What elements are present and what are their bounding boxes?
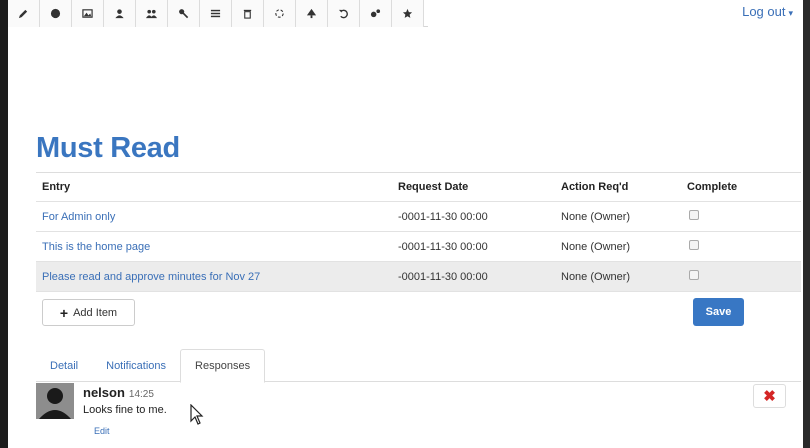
user-icon xyxy=(115,9,124,19)
tab-detail[interactable]: Detail xyxy=(36,349,92,382)
table-header-row: Entry Request Date Action Req'd Complete xyxy=(36,173,801,202)
toolbar-settings-button[interactable] xyxy=(360,0,392,27)
toolbar-image-button[interactable] xyxy=(72,0,104,27)
toolbar-user-button[interactable] xyxy=(104,0,136,27)
add-item-button[interactable]: + Add Item xyxy=(42,299,135,326)
close-icon: ✖ xyxy=(763,388,776,405)
entry-link[interactable]: For Admin only xyxy=(42,211,115,223)
avatar xyxy=(36,383,74,419)
response-time: 14:25 xyxy=(128,389,154,400)
pencil-icon xyxy=(18,9,28,19)
star-icon xyxy=(402,8,413,18)
entry-link[interactable]: Please read and approve minutes for Nov … xyxy=(42,271,260,283)
toolbar-users-button[interactable] xyxy=(136,0,168,27)
action-required: None (Owner) xyxy=(561,210,631,223)
toolbar-refresh-button[interactable] xyxy=(264,0,296,27)
undo-icon xyxy=(338,9,348,19)
toolbar-edit-button[interactable] xyxy=(8,0,40,27)
page: Log out ▾ Must Read Entry Request Date Ac… xyxy=(8,0,803,448)
page-title: Must Read xyxy=(36,132,180,164)
must-read-table: Entry Request Date Action Req'd Complete… xyxy=(36,172,801,292)
complete-checkbox[interactable] xyxy=(689,270,699,280)
tab-notifications[interactable]: Notifications xyxy=(92,349,180,382)
column-header-complete: Complete xyxy=(687,181,738,193)
action-required: None (Owner) xyxy=(561,240,631,253)
users-icon xyxy=(146,9,157,19)
toolbar-trash-button[interactable] xyxy=(232,0,264,27)
tree-icon xyxy=(306,8,317,19)
logout-menu[interactable]: Log out ▾ xyxy=(742,4,793,19)
chevron-down-icon: ▾ xyxy=(788,8,793,18)
cogs-icon xyxy=(370,9,381,18)
table-row: Please read and approve minutes for Nov … xyxy=(36,262,801,292)
request-date: -0001-11-30 00:00 xyxy=(398,210,488,223)
toolbar-undo-button[interactable] xyxy=(328,0,360,27)
logout-label: Log out xyxy=(742,4,786,19)
trash-icon xyxy=(243,9,252,19)
toolbar-key-button[interactable] xyxy=(168,0,200,27)
complete-checkbox[interactable] xyxy=(689,240,699,250)
mouse-cursor-icon xyxy=(190,404,204,425)
edit-response-link[interactable]: Edit xyxy=(94,426,110,436)
tab-bar: Detail Notifications Responses xyxy=(36,349,801,383)
complete-checkbox[interactable] xyxy=(689,210,699,220)
plus-icon: + xyxy=(59,304,69,321)
request-date: -0001-11-30 00:00 xyxy=(398,270,488,283)
table-row: For Admin only -0001-11-30 00:00 None (O… xyxy=(36,202,801,232)
table-row: This is the home page -0001-11-30 00:00 … xyxy=(36,232,801,262)
save-button[interactable]: Save xyxy=(693,298,744,326)
toolbar-star-button[interactable] xyxy=(392,0,424,27)
list-icon xyxy=(210,9,221,18)
toolbar-list-button[interactable] xyxy=(200,0,232,27)
spinner-icon xyxy=(275,9,284,18)
toolbar-tree-button[interactable] xyxy=(296,0,328,27)
key-icon xyxy=(179,9,189,19)
add-item-label: Add Item xyxy=(73,306,118,319)
column-header-request-date: Request Date xyxy=(398,181,469,193)
response-username: nelson xyxy=(83,385,125,400)
tab-responses[interactable]: Responses xyxy=(180,349,266,383)
toolbar xyxy=(8,0,428,27)
delete-response-button[interactable]: ✖ xyxy=(753,384,786,408)
entry-link[interactable]: This is the home page xyxy=(42,241,150,253)
window-edge xyxy=(803,0,810,448)
response-message: Looks fine to me. xyxy=(83,404,167,416)
column-header-action: Action Req'd xyxy=(561,181,629,193)
response-author: nelson 14:25 xyxy=(83,385,154,400)
action-required: None (Owner) xyxy=(561,270,631,283)
user-silhouette-icon xyxy=(36,383,74,419)
image-icon xyxy=(82,9,93,18)
dot-circle-icon xyxy=(50,8,61,19)
toolbar-target-button[interactable] xyxy=(40,0,72,27)
request-date: -0001-11-30 00:00 xyxy=(398,240,488,253)
column-header-entry: Entry xyxy=(42,181,71,193)
